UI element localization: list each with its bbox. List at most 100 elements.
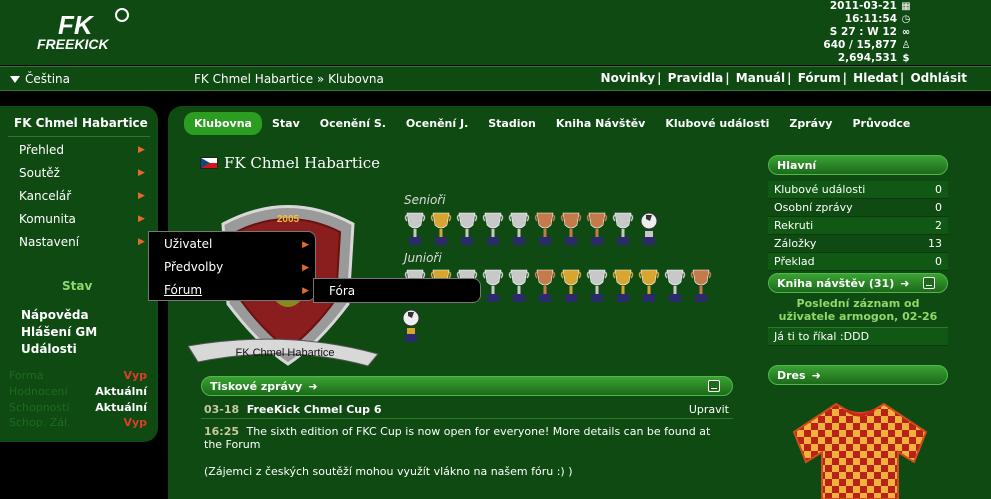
trophy-icon[interactable] — [586, 266, 608, 307]
money-text: 2,694,531 — [837, 52, 897, 64]
events-link[interactable]: Události — [21, 342, 77, 356]
tab-stadium[interactable]: Stadion — [478, 112, 546, 135]
tab-messages[interactable]: Zprávy — [779, 112, 842, 135]
chevron-right-icon: ▶ — [138, 168, 145, 178]
menu-item-forums[interactable]: Fóra — [329, 284, 355, 298]
trophy-icon[interactable] — [430, 209, 452, 250]
top-links: Novinky | Pravidla | Manuál | Fórum | Hledat… — [599, 71, 969, 85]
news-item-header: 03-18 FreeKick Chmel Cup 6 Upravit — [201, 396, 733, 419]
guestbook-bar[interactable]: Kniha návštěv (31) ➜ — [768, 273, 948, 293]
trophy-icon[interactable] — [638, 209, 660, 250]
row-label: Klubové události — [774, 183, 866, 196]
minimize-icon[interactable] — [708, 380, 720, 392]
logo-text: FREEKICK — [37, 36, 109, 52]
list-item[interactable]: Klubové události 0 — [768, 181, 948, 199]
extra-trophy — [400, 306, 422, 347]
trophy-icon[interactable] — [534, 266, 556, 307]
chevron-right-icon: ▶ — [138, 237, 145, 247]
tab-club-events[interactable]: Klubové události — [655, 112, 779, 135]
arrow-right-icon: ➜ — [811, 368, 821, 382]
breadcrumb[interactable]: FK Chmel Habartice » Klubovna — [194, 72, 384, 86]
language-selector[interactable]: Čeština — [10, 72, 70, 86]
trophy-icon[interactable] — [508, 209, 530, 250]
trophy-icon[interactable] — [508, 266, 530, 307]
row-value: 2 — [935, 219, 942, 232]
sidebar-item-competition[interactable]: Soutěž — [19, 166, 60, 180]
trophy-icon[interactable] — [534, 209, 556, 250]
attr-form-value[interactable]: Vyp — [123, 369, 147, 382]
trophy-icon[interactable] — [586, 209, 608, 250]
trophy-icon[interactable] — [560, 209, 582, 250]
trophy-icon[interactable] — [612, 266, 634, 307]
freekick-logo[interactable]: FK FREEKICK — [36, 6, 146, 56]
news-headline[interactable]: FreeKick Chmel Cup 6 — [247, 403, 382, 416]
press-bar[interactable]: Tiskové zprávy ➜ — [201, 376, 733, 396]
attr-skills-value[interactable]: Aktuální — [95, 401, 147, 414]
club-title-text: FK Chmel Habartice — [224, 154, 381, 172]
infinity-icon: ∞ — [901, 27, 911, 38]
link-forum[interactable]: Fórum — [796, 71, 843, 85]
trophy-icon[interactable] — [690, 266, 712, 307]
tab-guestbook[interactable]: Kniha Návštěv — [546, 112, 655, 135]
link-search[interactable]: Hledat — [851, 71, 900, 85]
link-logout[interactable]: Odhlásit — [908, 71, 969, 85]
attr-reserve-value[interactable]: Vyp — [123, 416, 147, 429]
sidebar-item-overview[interactable]: Přehled — [19, 143, 64, 157]
tab-guide[interactable]: Průvodce — [842, 112, 920, 135]
crest-year: 2005 — [277, 214, 300, 225]
guestbook-message: Já ti to říkal :DDD — [768, 327, 948, 346]
sidebar-item-community[interactable]: Komunita — [19, 212, 76, 226]
header: FK FREEKICK 2011-03-21 ▦ 16:11:54 ◷ S 27 :… — [0, 0, 991, 65]
row-value: 0 — [935, 183, 942, 196]
senior-trophies — [404, 209, 660, 250]
menu-item-preferences[interactable]: Předvolby — [164, 260, 223, 274]
minimize-icon[interactable] — [923, 277, 935, 289]
season-text: S 27 : W 12 — [829, 26, 897, 38]
trophy-icon[interactable] — [456, 209, 478, 250]
menu-item-user[interactable]: Uživatel — [164, 237, 212, 251]
trophy-icon[interactable] — [612, 209, 634, 250]
list-item[interactable]: Záložky 13 — [768, 235, 948, 253]
list-item[interactable]: Osobní zprávy 0 — [768, 199, 948, 217]
attr-reserve-label: Schop. Zál. — [9, 416, 71, 429]
tab-bar: Klubovna Stav Ocenění S. Ocenění J. Stad… — [184, 112, 920, 135]
menu-item-forum[interactable]: Fórum — [164, 283, 202, 297]
row-value: 13 — [928, 237, 942, 250]
attr-skills-label: Schopnosti — [9, 401, 70, 414]
attr-rating-value[interactable]: Aktuální — [95, 385, 147, 398]
dres-bar[interactable]: Dres ➜ — [768, 365, 948, 385]
trophy-icon[interactable] — [482, 209, 504, 250]
panel-dres: Dres ➜ — [768, 365, 948, 385]
chevron-right-icon: ▶ — [302, 286, 309, 296]
link-manual[interactable]: Manuál — [734, 71, 787, 85]
sidebar-item-office[interactable]: Kancelář — [19, 189, 71, 203]
header-stats: 2011-03-21 ▦ 16:11:54 ◷ S 27 : W 12 ∞ 640 /… — [823, 0, 911, 65]
trophy-icon[interactable] — [560, 266, 582, 307]
link-news[interactable]: Novinky — [599, 71, 658, 85]
report-gm-link[interactable]: Hlášení GM — [21, 325, 97, 339]
navbar: Čeština FK Chmel Habartice » Klubovna No… — [0, 66, 991, 91]
list-item[interactable]: Rekruti 2 — [768, 217, 948, 235]
trophy-icon[interactable] — [638, 266, 660, 307]
sidebar-item-settings[interactable]: Nastavení — [19, 235, 79, 249]
trophy-icon[interactable] — [404, 209, 426, 250]
help-link[interactable]: Nápověda — [21, 308, 89, 322]
user-icon: ♙ — [901, 40, 911, 51]
panel-main-bar[interactable]: Hlavní — [768, 155, 948, 175]
tab-junior-awards[interactable]: Ocenění J. — [396, 112, 478, 135]
tab-status[interactable]: Stav — [262, 112, 310, 135]
tab-senior-awards[interactable]: Ocenění S. — [310, 112, 396, 135]
edit-link[interactable]: Upravit — [689, 403, 729, 416]
guestbook-message-text: Já ti to říkal :DDD — [774, 330, 870, 343]
time-text: 16:11:54 — [844, 13, 897, 25]
tab-clubhouse[interactable]: Klubovna — [184, 112, 262, 135]
link-rules[interactable]: Pravidla — [666, 71, 726, 85]
trophy-icon[interactable] — [400, 306, 422, 347]
guestbook-last-post[interactable]: Poslední záznam od uživatele armogon, 02… — [768, 293, 948, 327]
clock-icon: ◷ — [901, 14, 911, 25]
sidebar: FK Chmel Habartice Přehled ▶ Soutěž ▶ Ka… — [0, 106, 158, 442]
news-text: The sixth edition of FKC Cup is now open… — [204, 425, 711, 451]
trophy-icon[interactable] — [664, 266, 686, 307]
list-item[interactable]: Překlad 0 — [768, 253, 948, 271]
trophy-icon[interactable] — [482, 266, 504, 307]
